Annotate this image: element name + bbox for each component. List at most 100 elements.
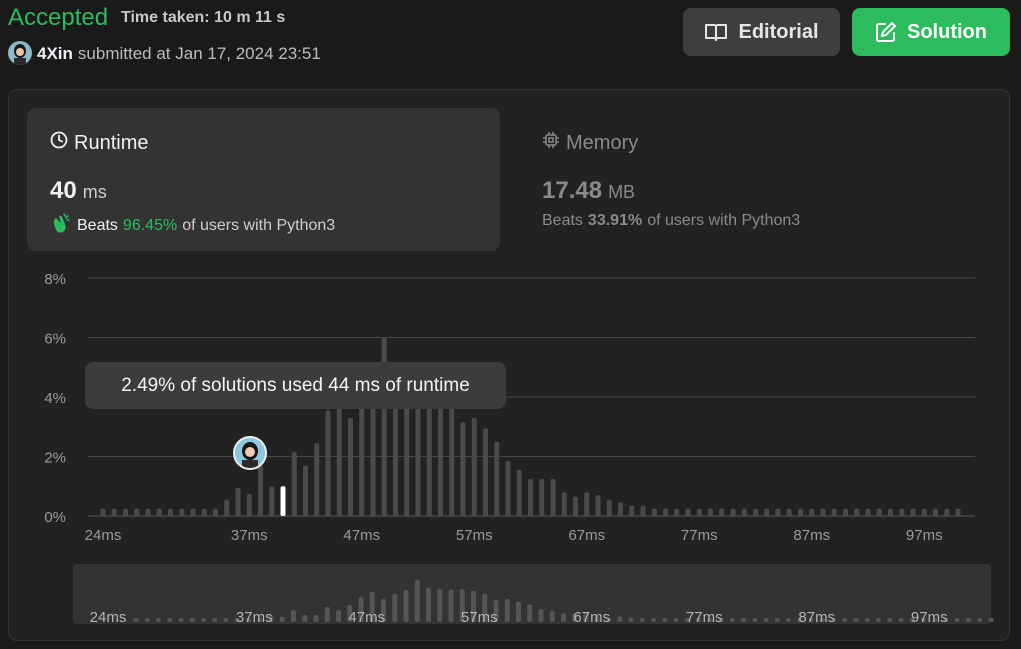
x-tick-label: 47ms bbox=[343, 527, 380, 544]
minimap-bar bbox=[392, 594, 398, 622]
runtime-beats-pct: 96.45% bbox=[122, 216, 178, 234]
runtime-title-label: Runtime bbox=[74, 131, 149, 154]
runtime-card[interactable]: Runtime 40 ms Beats 96.45% of users with … bbox=[27, 108, 500, 251]
minimap-tick-label: 97ms bbox=[911, 609, 948, 626]
bar bbox=[111, 508, 117, 516]
solution-button[interactable]: Solution bbox=[852, 8, 1010, 56]
minimap-bar bbox=[504, 598, 510, 622]
bar bbox=[359, 397, 365, 516]
bar bbox=[134, 508, 140, 516]
bar bbox=[629, 505, 635, 516]
minimap-bar bbox=[741, 618, 746, 622]
bar bbox=[809, 508, 815, 516]
runtime-unit: ms bbox=[82, 182, 107, 202]
bar bbox=[696, 508, 702, 516]
bar bbox=[561, 492, 567, 516]
minimap-bar bbox=[628, 617, 634, 622]
edit-icon bbox=[875, 21, 897, 43]
bar bbox=[573, 496, 578, 516]
bar bbox=[314, 443, 320, 516]
memory-title: Memory bbox=[542, 131, 638, 155]
memory-unit: MB bbox=[608, 182, 636, 202]
minimap-bar bbox=[988, 618, 994, 622]
minimap-bar bbox=[549, 611, 555, 622]
minimap-bar bbox=[313, 615, 319, 622]
x-tick-label: 87ms bbox=[793, 527, 830, 544]
minimap-bar bbox=[954, 618, 960, 622]
bar bbox=[201, 508, 207, 516]
minimap-bar bbox=[538, 609, 544, 622]
minimap-tick-label: 47ms bbox=[348, 609, 385, 626]
book-open-icon bbox=[704, 22, 728, 42]
bar bbox=[775, 508, 781, 516]
minimap-bar bbox=[291, 610, 296, 622]
memory-card[interactable]: Memory 17.48 MB Beats 33.91% of users wit… bbox=[519, 108, 992, 251]
bar bbox=[618, 502, 623, 516]
your-submission-marker[interactable] bbox=[233, 436, 267, 470]
bar bbox=[291, 452, 297, 516]
chart-tooltip: 2.49% of solutions used 44 ms of runtime bbox=[85, 362, 506, 409]
memory-title-label: Memory bbox=[566, 131, 639, 154]
minimap-bar bbox=[842, 618, 848, 622]
runtime-beats: Beats 96.45% of users with Python3 bbox=[50, 212, 335, 239]
minimap-bar bbox=[448, 589, 454, 622]
bar bbox=[179, 508, 185, 516]
minimap-bar bbox=[324, 606, 330, 622]
minimap-bar bbox=[864, 618, 870, 622]
bar bbox=[235, 487, 241, 516]
minimap-tick-label: 37ms bbox=[236, 609, 273, 626]
bar bbox=[303, 465, 308, 516]
bar bbox=[933, 508, 938, 516]
bar bbox=[944, 508, 950, 516]
clock-icon bbox=[50, 131, 68, 155]
runtime-beats-suffix: of users with Python3 bbox=[182, 216, 336, 234]
bar bbox=[246, 493, 252, 516]
bar bbox=[798, 508, 803, 516]
bar bbox=[640, 505, 646, 516]
username-link[interactable]: 4Xin bbox=[37, 44, 73, 63]
bar bbox=[663, 508, 668, 516]
minimap-bar bbox=[887, 618, 893, 622]
bar bbox=[258, 465, 263, 516]
bar bbox=[730, 508, 736, 516]
user-avatar[interactable] bbox=[8, 41, 32, 65]
submission-status: Accepted bbox=[8, 4, 109, 31]
clap-icon bbox=[50, 212, 72, 239]
bar bbox=[820, 508, 826, 516]
submitted-at: submitted at Jan 17, 2024 23:51 bbox=[77, 44, 321, 63]
minimap-bar bbox=[763, 618, 769, 622]
minimap-bar bbox=[561, 613, 566, 622]
y-tick-label: 6% bbox=[44, 331, 66, 348]
bar bbox=[471, 417, 477, 516]
y-tick-label: 0% bbox=[44, 509, 66, 526]
minimap-tick-label: 24ms bbox=[90, 609, 127, 626]
bar bbox=[213, 508, 218, 516]
minimap-bar bbox=[223, 618, 229, 622]
bar bbox=[516, 469, 522, 516]
bar bbox=[156, 508, 162, 516]
editorial-button[interactable]: Editorial bbox=[683, 8, 840, 56]
bar bbox=[899, 508, 905, 516]
bar bbox=[494, 441, 500, 516]
bar bbox=[719, 508, 725, 516]
minimap-bar bbox=[201, 618, 206, 622]
minimap-bar bbox=[426, 587, 431, 622]
minimap-bar bbox=[729, 618, 735, 622]
selected-bar bbox=[280, 486, 286, 516]
bar bbox=[483, 428, 488, 516]
minimap-tick-label: 87ms bbox=[798, 609, 835, 626]
minimap-bar bbox=[617, 616, 623, 622]
bar bbox=[595, 495, 601, 516]
x-tick-label: 77ms bbox=[681, 527, 718, 544]
memory-value: 17.48 bbox=[542, 177, 603, 204]
bar bbox=[786, 508, 792, 516]
bar bbox=[123, 508, 128, 516]
minimap-bar bbox=[516, 601, 521, 622]
bar bbox=[100, 508, 106, 516]
memory-beats-prefix: Beats bbox=[542, 212, 583, 229]
minimap-tick-label: 67ms bbox=[573, 609, 610, 626]
bar bbox=[145, 508, 151, 516]
bar bbox=[764, 508, 770, 516]
minimap-bar bbox=[279, 616, 285, 622]
bar bbox=[505, 460, 511, 516]
